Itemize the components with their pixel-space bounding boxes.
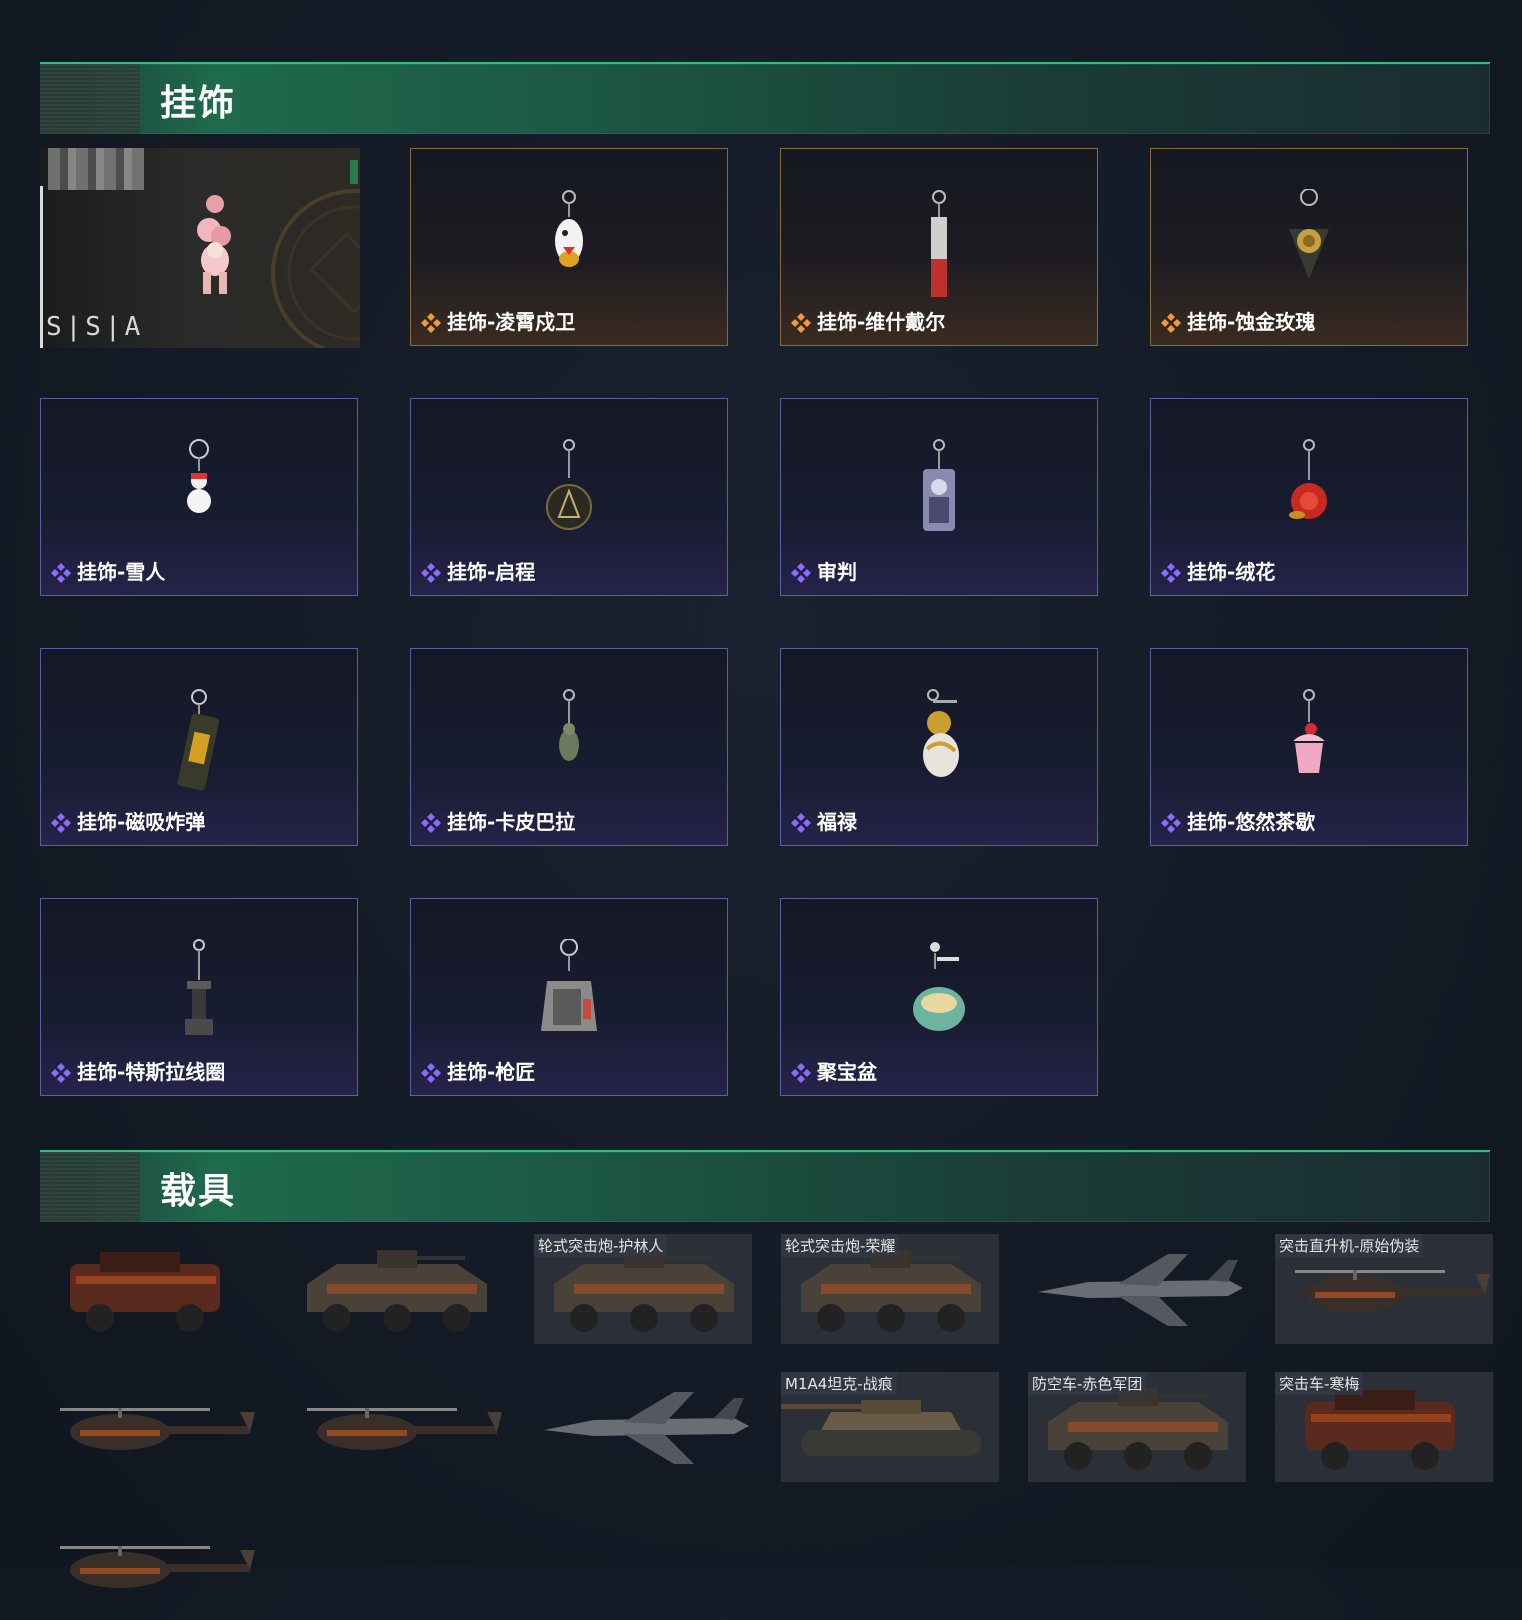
vehicle-card[interactable] — [40, 1510, 258, 1620]
vehicle-card[interactable]: 轮式突击炮-荣耀 — [781, 1234, 999, 1344]
charm-card[interactable]: 挂饰-悠然茶歇 — [1150, 648, 1468, 846]
charm-item-icon — [539, 439, 599, 563]
vehicle-card[interactable]: 防空车-赤色军团 — [1028, 1372, 1246, 1482]
vehicle-card[interactable] — [40, 1234, 258, 1344]
charm-card[interactable]: 福禄 — [780, 648, 1098, 846]
vehicle-jet-icon — [544, 1392, 749, 1464]
doll-charm-icon — [197, 195, 231, 294]
charm-card[interactable]: 挂饰-枪匠 — [410, 898, 728, 1096]
charms-section-title: 挂饰 — [160, 83, 237, 124]
header-stripe — [40, 64, 140, 134]
rarity-diamond-icon — [51, 813, 71, 833]
vehicle-card[interactable] — [287, 1372, 505, 1482]
vehicle-label: 轮式突击炮-护林人 — [534, 1234, 668, 1257]
charm-item-icon — [169, 689, 229, 813]
rarity-diamond-icon — [421, 313, 441, 333]
vehicles-section-title: 载具 — [160, 1171, 237, 1212]
charm-card[interactable]: 审判 — [780, 398, 1098, 596]
vehicle-card[interactable]: 突击直升机-原始伪装 — [1275, 1234, 1493, 1344]
rarity-diamond-icon — [51, 563, 71, 583]
featured-left-line — [40, 186, 43, 348]
charm-item-icon — [1279, 439, 1339, 563]
charm-card[interactable]: 挂饰-特斯拉线圈 — [40, 898, 358, 1096]
charm-card[interactable]: 挂饰-雪人 — [40, 398, 358, 596]
rarity-diamond-icon — [51, 1063, 71, 1083]
charm-item-icon — [169, 939, 229, 1063]
vehicle-heli-icon — [307, 1408, 502, 1450]
charm-label: 聚宝盆 — [817, 1060, 877, 1084]
charm-item-icon — [1279, 188, 1339, 313]
vehicle-label: 突击直升机-原始伪装 — [1275, 1234, 1424, 1257]
vehicle-card[interactable] — [40, 1372, 258, 1482]
rarity-diamond-icon — [791, 313, 811, 333]
featured-watermark: S|S|A — [46, 312, 145, 342]
charm-card[interactable]: 挂饰-凌霄戍卫 — [410, 148, 728, 346]
charm-item-icon — [909, 939, 969, 1063]
featured-green-mark — [350, 160, 358, 184]
charm-item-icon — [909, 689, 969, 813]
rarity-diamond-icon — [421, 813, 441, 833]
charm-label: 挂饰-凌霄戍卫 — [447, 310, 576, 334]
featured-charm-card[interactable]: S|S|A — [40, 148, 360, 348]
rarity-diamond-icon — [421, 563, 441, 583]
vehicle-card[interactable] — [1028, 1234, 1246, 1344]
rarity-diamond-icon — [791, 813, 811, 833]
vehicle-suv-icon — [70, 1252, 220, 1332]
charm-label: 挂饰-特斯拉线圈 — [77, 1060, 226, 1084]
rarity-diamond-icon — [1161, 313, 1181, 333]
charm-card[interactable]: 挂饰-维什戴尔 — [780, 148, 1098, 346]
charm-label: 福禄 — [817, 810, 857, 834]
charm-label: 挂饰-维什戴尔 — [817, 310, 946, 334]
coin-watermark-icon — [271, 189, 360, 348]
charm-card[interactable]: 挂饰-磁吸炸弹 — [40, 648, 358, 846]
vehicle-label: 轮式突击炮-荣耀 — [781, 1234, 900, 1257]
header-stripe — [40, 1152, 140, 1222]
charm-label: 挂饰-卡皮巴拉 — [447, 810, 576, 834]
charm-label: 审判 — [817, 560, 857, 584]
vehicle-apc-icon — [307, 1250, 487, 1332]
vehicle-card[interactable] — [534, 1372, 752, 1482]
vehicles-section-header: 载具 — [40, 1150, 1490, 1222]
charm-label: 挂饰-蚀金玫瑰 — [1187, 310, 1316, 334]
vehicle-label: 突击车-寒梅 — [1275, 1372, 1364, 1395]
charm-card[interactable]: 挂饰-绒花 — [1150, 398, 1468, 596]
vehicle-card[interactable] — [287, 1234, 505, 1344]
vehicle-card[interactable]: M1A4坦克-战痕 — [781, 1372, 999, 1482]
charm-label: 挂饰-启程 — [447, 560, 536, 584]
rarity-diamond-icon — [791, 1063, 811, 1083]
charm-item-icon — [909, 439, 969, 563]
charm-label: 挂饰-雪人 — [77, 560, 166, 584]
vehicle-heli-icon — [60, 1546, 255, 1588]
vehicle-jet-icon — [1038, 1254, 1243, 1326]
charm-label: 挂饰-绒花 — [1187, 560, 1276, 584]
vehicle-heli-icon — [60, 1408, 255, 1450]
charm-label: 挂饰-磁吸炸弹 — [77, 810, 206, 834]
charm-card[interactable]: 聚宝盆 — [780, 898, 1098, 1096]
rarity-diamond-icon — [421, 1063, 441, 1083]
charm-item-icon — [539, 689, 599, 813]
charm-item-icon — [909, 189, 969, 313]
charms-section-header: 挂饰 — [40, 62, 1490, 134]
charm-label: 挂饰-枪匠 — [447, 1060, 536, 1084]
vehicle-card[interactable]: 突击车-寒梅 — [1275, 1372, 1493, 1482]
charm-card[interactable]: 挂饰-卡皮巴拉 — [410, 648, 728, 846]
vehicle-label: M1A4坦克-战痕 — [781, 1372, 897, 1395]
blurred-tag — [48, 148, 144, 190]
charm-item-icon — [1279, 689, 1339, 813]
charm-item-icon — [539, 189, 599, 313]
vehicle-label: 防空车-赤色军团 — [1028, 1372, 1147, 1395]
charm-item-icon — [169, 439, 229, 563]
charm-item-icon — [539, 938, 599, 1063]
rarity-diamond-icon — [1161, 813, 1181, 833]
charm-label: 挂饰-悠然茶歇 — [1187, 810, 1316, 834]
rarity-diamond-icon — [791, 563, 811, 583]
rarity-diamond-icon — [1161, 563, 1181, 583]
charm-card[interactable]: 挂饰-蚀金玫瑰 — [1150, 148, 1468, 346]
charm-card[interactable]: 挂饰-启程 — [410, 398, 728, 596]
vehicle-card[interactable]: 轮式突击炮-护林人 — [534, 1234, 752, 1344]
